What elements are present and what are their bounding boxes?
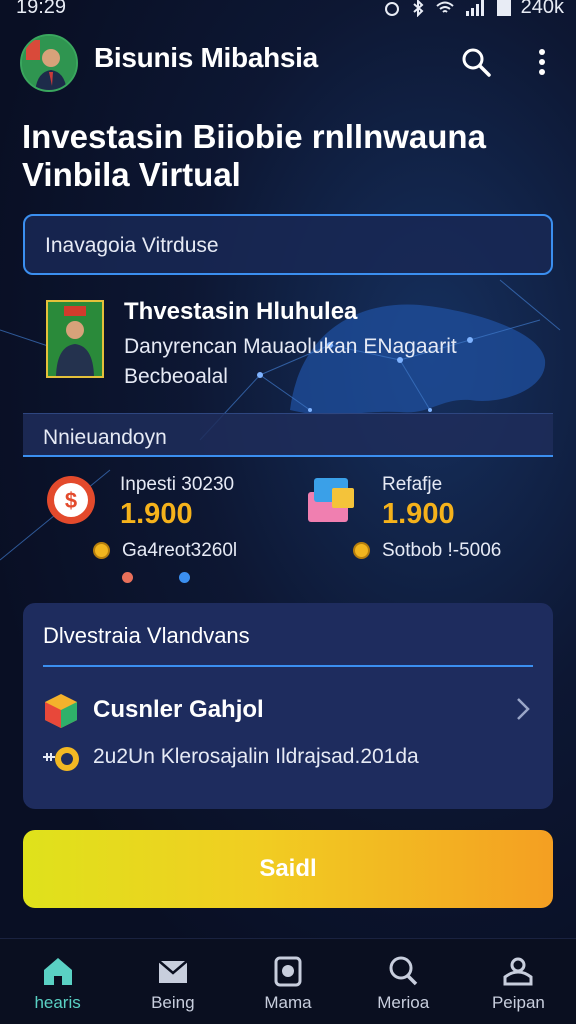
nav-item-profile[interactable]: Peipan (461, 939, 576, 1024)
chevron-right-icon (517, 698, 530, 720)
mail-icon (157, 960, 188, 983)
coin-key-icon (43, 747, 79, 771)
stat-label: Refafje (382, 474, 443, 495)
profile-photo-icon (22, 36, 76, 90)
status-icons: 240k (383, 0, 564, 19)
app-title: Bisunis Mibahsia (94, 42, 318, 73)
feature-thumbnail (46, 300, 104, 378)
nav-label: Merioa (377, 993, 430, 1012)
search-input-value: Inavagoia Vitrduse (45, 234, 219, 257)
search-icon (389, 956, 418, 986)
nav-item-camera[interactable]: Mama (230, 939, 345, 1024)
coin-icon (353, 542, 370, 559)
card-list-item[interactable]: Cusnler Gahjol (23, 688, 553, 732)
stats-row: $ Inpesti 30230 1.900 Ga4reot3260l Refaf… (0, 462, 576, 592)
nav-item-search[interactable]: Merioa (346, 939, 461, 1024)
nav-label: Peipan (491, 993, 545, 1012)
nav-item-home[interactable]: hearis (0, 939, 115, 1024)
search-button[interactable] (458, 44, 494, 80)
nav-label: Being (151, 993, 195, 1012)
more-options-button[interactable] (524, 44, 560, 80)
dollar-coin-icon: $ (47, 476, 95, 524)
nav-label: Mama (264, 993, 312, 1012)
battery-icon (496, 0, 511, 16)
featured-item[interactable]: Thvestasin Hluhulea Danyrencan Mauaoluka… (0, 290, 576, 415)
search-icon (462, 48, 491, 77)
nav-label: hearis (34, 993, 81, 1012)
search-input[interactable]: Inavagoia Vitrduse (23, 214, 553, 275)
camera-icon (274, 956, 302, 987)
section-header: Nnieuandoyn (23, 413, 553, 457)
primary-action-button[interactable]: Saidl (23, 830, 553, 908)
stat-card[interactable]: $ Inpesti 30230 1.900 Ga4reot3260l (0, 462, 260, 583)
indicator-dot (122, 572, 133, 583)
signal-icon (465, 0, 484, 16)
wifi-icon (435, 1, 454, 13)
status-bar: 19:29 240k (0, 0, 576, 20)
alarm-icon (384, 1, 399, 16)
card-title: Dlvestraia Vlandvans (43, 623, 250, 648)
feature-description: Danyrencan Mauaolukan ENagaarit Becbeoal… (124, 335, 457, 388)
page-title: Investasin Biiobie rnllnwauna Vinbila Vi… (22, 118, 486, 193)
card-footer-text: 2u2Un Klerosajalin Ildrajsad.201da (93, 745, 419, 768)
nav-item-mail[interactable]: Being (115, 939, 230, 1024)
stat-sub: Sotbob !-5006 (382, 540, 502, 561)
stat-card[interactable]: Refafje 1.900 Sotbob !-5006 (290, 462, 550, 572)
card-divider (43, 665, 533, 667)
avatar[interactable] (20, 34, 78, 92)
stat-value: 1.900 (120, 498, 193, 530)
investment-card: Dlvestraia Vlandvans Cusnler Gahjol 2u2U… (23, 603, 553, 809)
bottom-navigation: hearis Being Mama Merioa Peipan (0, 938, 576, 1024)
portrait-icon (48, 302, 102, 376)
status-time: 19:29 (16, 0, 67, 18)
more-vertical-icon (539, 49, 545, 75)
feature-title: Thvestasin Hluhulea (124, 298, 358, 325)
wallet-box-icon (308, 478, 354, 522)
stat-label: Inpesti 30230 (120, 474, 235, 495)
home-icon (43, 958, 72, 985)
card-row-title: Cusnler Gahjol (93, 696, 264, 723)
profile-icon (503, 957, 533, 986)
coin-icon (93, 542, 110, 559)
app-header: Bisunis Mibahsia (0, 32, 576, 92)
stat-value: 1.900 (382, 498, 455, 530)
indicator-dot (179, 572, 190, 583)
bluetooth-icon (412, 0, 424, 17)
cube-icon (45, 694, 77, 728)
section-label: Nnieuandoyn (43, 426, 167, 449)
svg-text:$: $ (65, 488, 77, 513)
status-battery-text: 240k (520, 0, 564, 18)
stat-sub: Ga4reot3260l (122, 540, 238, 561)
